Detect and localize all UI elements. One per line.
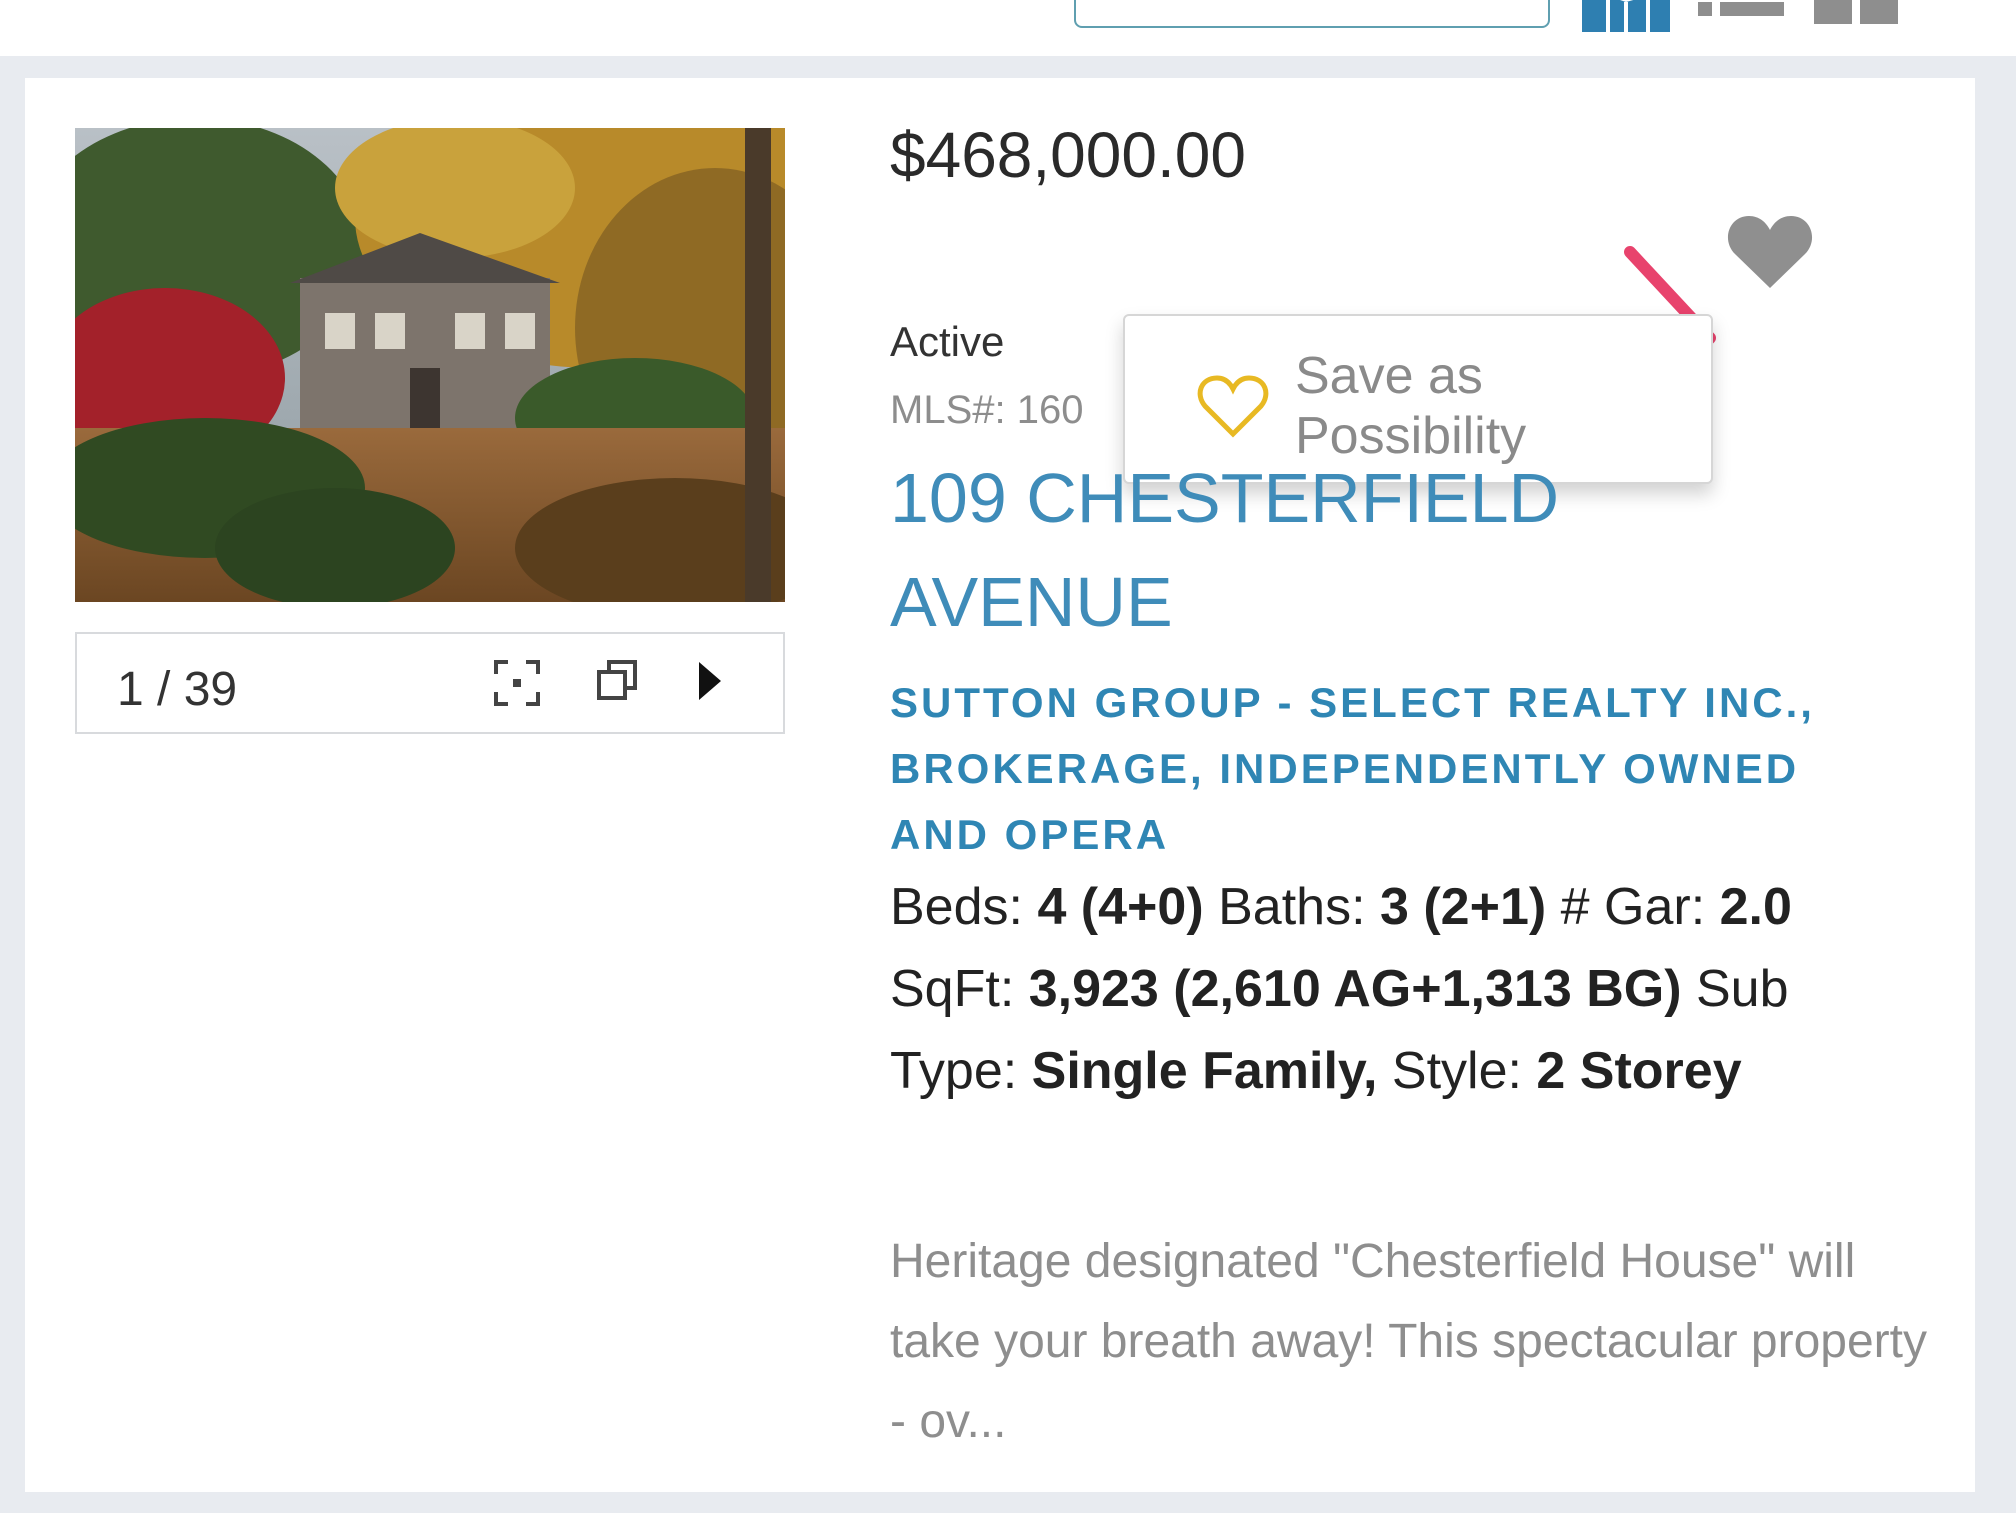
- gallery-controls: 1 / 39: [75, 632, 785, 734]
- listing-description: Heritage designated "Chesterfield House"…: [890, 1235, 1927, 1448]
- beds-label: Beds:: [890, 878, 1023, 936]
- beds-value: 4 (4+0): [1037, 878, 1204, 936]
- mls-number: MLS#: 160: [890, 388, 1084, 432]
- heart-outline-icon[interactable]: [1197, 374, 1269, 445]
- garage-label: # Gar:: [1560, 878, 1706, 936]
- popout-icon[interactable]: [595, 658, 639, 707]
- brokerage-name[interactable]: SUTTON GROUP - SELECT REALTY INC., BROKE…: [890, 670, 1890, 868]
- style-label: Style:: [1391, 1042, 1522, 1100]
- top-toolbar: [0, 0, 2016, 56]
- listing-status: Active: [890, 318, 1005, 365]
- listing-photo[interactable]: [75, 128, 785, 602]
- style-value: 2 Storey: [1536, 1042, 1742, 1100]
- grid-view-icon[interactable]: [1814, 0, 1900, 31]
- address-line-1[interactable]: 109 CHESTERFIELD: [890, 446, 1790, 550]
- listing-card: 1 / 39 $468,000.00 Active MLS#: 160 Save…: [25, 78, 1975, 1492]
- address-line-2[interactable]: AVENUE: [890, 550, 1790, 654]
- map-icon[interactable]: [1582, 0, 1672, 37]
- listing-address[interactable]: 109 CHESTERFIELD AVENUE: [890, 446, 1790, 654]
- photo-counter: 1 / 39: [117, 663, 238, 716]
- listing-price: $468,000.00: [890, 119, 1246, 191]
- garage-value: 2.0: [1719, 878, 1792, 936]
- baths-label: Baths:: [1218, 878, 1366, 936]
- baths-value: 3 (2+1): [1379, 878, 1547, 936]
- next-arrow-icon[interactable]: [695, 658, 725, 709]
- fullscreen-icon[interactable]: [492, 658, 542, 713]
- sqft-value: 3,923 (2,610 AG+1,313 BG): [1028, 960, 1682, 1018]
- subtype-value: Single Family,: [1031, 1042, 1378, 1100]
- listing-specs: Beds: 4 (4+0) Baths: 3 (2+1) # Gar: 2.0 …: [890, 866, 1890, 1112]
- sort-dropdown[interactable]: [1074, 0, 1550, 28]
- heart-icon[interactable]: [1727, 214, 1813, 295]
- list-view-icon[interactable]: [1698, 0, 1788, 31]
- sqft-label: SqFt:: [890, 960, 1015, 1018]
